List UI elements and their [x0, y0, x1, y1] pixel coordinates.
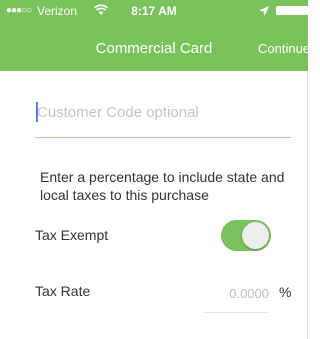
nav-header: ●●●○○ Verizon 8:17 AM Commercial Card Co…	[0, 0, 308, 71]
tax-rate-label: Tax Rate	[35, 283, 91, 299]
location-arrow-icon	[259, 5, 269, 16]
tax-info-text: Enter a percentage to include state and …	[40, 169, 285, 203]
percent-unit: %	[279, 284, 292, 300]
divider	[307, 71, 308, 339]
customer-code-field[interactable]	[35, 99, 293, 138]
text-cursor	[36, 102, 38, 122]
tax-exempt-label: Tax Exempt	[35, 227, 109, 243]
customer-code-input[interactable]	[35, 99, 293, 125]
continue-button[interactable]: Continue	[258, 40, 308, 58]
toggle-knob	[242, 222, 269, 249]
tax-rate-input[interactable]	[203, 283, 269, 303]
commercial-card-screen: ●●●○○ Verizon 8:17 AM Commercial Card Co…	[0, 0, 308, 339]
tax-exempt-toggle[interactable]	[221, 220, 271, 251]
tax-rate-field[interactable]	[203, 280, 269, 313]
status-bar: ●●●○○ Verizon 8:17 AM	[0, 0, 308, 22]
battery-icon	[276, 6, 308, 15]
